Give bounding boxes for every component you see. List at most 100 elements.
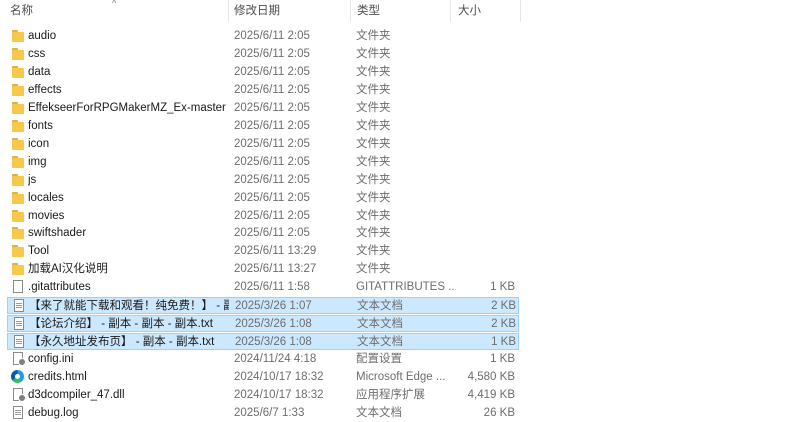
file-date: 2025/6/11 2:05: [234, 30, 310, 42]
column-header-date[interactable]: 修改日期: [232, 0, 350, 22]
column-divider[interactable]: [228, 0, 229, 22]
file-type: 文件夹: [356, 101, 391, 114]
file-size: [457, 208, 515, 225]
file-size: [457, 64, 515, 81]
file-row[interactable]: 加载AI汉化说明 2025/6/11 13:27 文件夹: [7, 261, 519, 278]
column-divider[interactable]: [450, 0, 451, 22]
file-row[interactable]: effects 2025/6/11 2:05 文件夹: [7, 82, 519, 99]
file-row[interactable]: credits.html 2024/10/17 18:32 Microsoft Ed…: [7, 369, 519, 386]
file-type: 文件夹: [356, 137, 391, 150]
file-name: 【论坛介绍】 - 副本 - 副本 - 副本.txt: [29, 318, 213, 331]
file-size: [457, 82, 515, 99]
file-row[interactable]: Tool 2025/6/11 13:29 文件夹: [7, 243, 519, 260]
file-date: 2025/6/11 2:05: [234, 83, 310, 96]
file-name: data: [28, 65, 51, 78]
file-name: d3dcompiler_47.dll: [28, 389, 125, 401]
file-name: img: [28, 155, 47, 168]
file-name: icon: [28, 137, 50, 150]
file-row[interactable]: img 2025/6/11 2:05 文件夹: [7, 154, 519, 171]
file-size: 1 KB: [490, 353, 515, 366]
column-header-name[interactable]: 名称: [8, 0, 228, 22]
file-size: [457, 136, 515, 153]
file-name: debug.log: [28, 406, 79, 419]
folder-icon: [11, 119, 25, 133]
file-type: 文件夹: [356, 173, 391, 186]
file-name: css: [28, 47, 46, 60]
file-name: locales: [28, 191, 64, 204]
file-type: 文件夹: [356, 227, 391, 240]
text-document-icon: [12, 335, 26, 349]
file-date: 2024/10/17 18:32: [234, 389, 324, 401]
file-type: 文件夹: [356, 245, 391, 258]
file-row[interactable]: css 2025/6/11 2:05 文件夹: [7, 46, 519, 63]
file-row[interactable]: EffekseerForRPGMakerMZ_Ex-master 2025/6/1…: [7, 100, 519, 117]
file-size: 4,419 KB: [467, 389, 515, 401]
file-type: 文件夹: [356, 263, 391, 276]
file-name: fonts: [28, 119, 53, 132]
column-header-size[interactable]: 大小: [456, 0, 520, 22]
file-row[interactable]: 【来了就能下载和观看！纯免费！】 - 副... 2025/3/26 1:07 文本文…: [7, 297, 519, 315]
folder-icon: [11, 101, 25, 115]
file-size: 4,580 KB: [467, 371, 515, 384]
folder-icon: [11, 83, 25, 97]
file-row[interactable]: d3dcompiler_47.dll 2024/10/17 18:32 应用程序扩展…: [7, 387, 519, 404]
file-name: config.ini: [28, 353, 74, 366]
file-row[interactable]: 【永久地址发布页】 - 副本 - 副本.txt 2025/3/26 1:08 文本文…: [7, 333, 519, 351]
file-row[interactable]: movies 2025/6/11 2:05 文件夹: [7, 208, 519, 225]
folder-icon: [11, 262, 25, 276]
file-type: 文件夹: [356, 155, 391, 168]
file-name: audio: [28, 30, 57, 42]
file-size: 2 KB: [491, 300, 516, 313]
folder-icon: [11, 244, 25, 258]
file-name: Tool: [28, 245, 50, 258]
file-date: 2025/6/11 2:05: [234, 47, 310, 60]
file-date: 2025/6/11 2:05: [234, 65, 310, 78]
file-date: 2025/6/11 13:29: [234, 245, 317, 258]
folder-icon: [11, 29, 25, 43]
file-type: 文本文档: [357, 336, 403, 349]
column-header-bar: 名称 ^ 修改日期 类型 大小: [0, 0, 800, 22]
file-row[interactable]: swiftshader 2025/6/11 2:05 文件夹: [7, 225, 519, 242]
file-type: GITATTRIBUTES ...: [356, 281, 456, 294]
file-row[interactable]: icon 2025/6/11 2:05 文件夹: [7, 136, 519, 153]
file-row[interactable]: data 2025/6/11 2:05 文件夹: [7, 64, 519, 81]
folder-icon: [11, 209, 25, 223]
file-name: movies: [28, 209, 65, 222]
column-divider[interactable]: [350, 0, 351, 22]
file-date: 2025/6/11 2:05: [234, 101, 310, 114]
file-icon: [11, 280, 25, 294]
column-header-type[interactable]: 类型: [355, 0, 450, 22]
folder-icon: [11, 191, 25, 205]
file-date: 2025/6/11 2:05: [234, 191, 310, 204]
file-row[interactable]: locales 2025/6/11 2:05 文件夹: [7, 190, 519, 207]
file-type: 文件夹: [356, 47, 391, 60]
file-size: [457, 154, 515, 171]
file-date: 2024/11/24 4:18: [234, 353, 317, 366]
file-name: 加载AI汉化说明: [28, 263, 108, 276]
file-row[interactable]: js 2025/6/11 2:05 文件夹: [7, 172, 519, 189]
file-type: Microsoft Edge ...: [356, 371, 446, 384]
text-document-icon: [12, 299, 26, 313]
file-size: 2 KB: [491, 318, 516, 331]
file-size: [457, 243, 515, 260]
file-row[interactable]: fonts 2025/6/11 2:05 文件夹: [7, 118, 519, 135]
file-row[interactable]: 【论坛介绍】 - 副本 - 副本 - 副本.txt 2025/3/26 1:08 文…: [7, 315, 519, 333]
folder-icon: [11, 65, 25, 79]
config-settings-icon: [11, 352, 26, 367]
file-size: [457, 172, 515, 189]
file-name: credits.html: [28, 371, 87, 384]
folder-icon: [11, 137, 25, 151]
file-name: swiftshader: [28, 227, 87, 240]
file-row[interactable]: audio 2025/6/11 2:05 文件夹: [7, 28, 519, 45]
folder-icon: [11, 47, 25, 61]
file-date: 2025/3/26 1:07: [235, 300, 312, 313]
file-size: [457, 100, 515, 117]
column-divider[interactable]: [520, 0, 521, 22]
file-size: [457, 225, 515, 242]
file-row[interactable]: .gitattributes 2025/6/11 1:58 GITATTRIBUTE…: [7, 279, 519, 296]
file-size: 26 KB: [483, 406, 515, 419]
file-row[interactable]: config.ini 2024/11/24 4:18 配置设置 1 KB: [7, 351, 519, 368]
file-name: 【来了就能下载和观看！纯免费！】 - 副...: [29, 300, 229, 313]
file-row[interactable]: debug.log 2025/6/7 1:33 文本文档 26 KB: [7, 405, 519, 422]
file-name: 【永久地址发布页】 - 副本 - 副本.txt: [29, 336, 215, 349]
